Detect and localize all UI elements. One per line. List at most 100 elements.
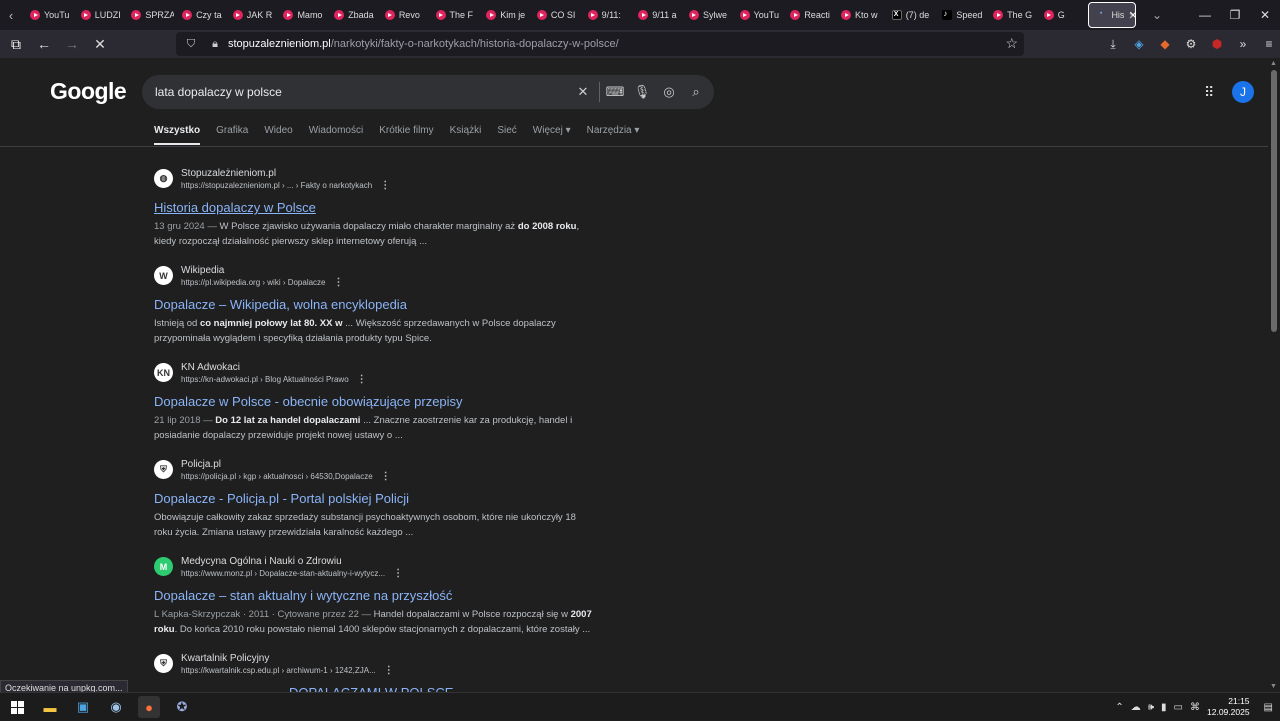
hamburger-menu-icon[interactable]: ≡	[1256, 30, 1280, 58]
scroll-down-icon[interactable]: ▼	[1270, 683, 1277, 690]
steam-icon[interactable]: ◉	[105, 696, 127, 718]
volume-icon[interactable]: 🕪︎	[1148, 702, 1154, 713]
result-title-link[interactable]: DOPALACZAMI W POLSCE	[289, 685, 594, 692]
google-apps-icon[interactable]: ⠿	[1204, 84, 1214, 101]
result-title-link[interactable]: Historia dopalaczy w Polsce	[154, 200, 594, 216]
result-title-link[interactable]: Dopalacze - Policja.pl - Portal polskiej…	[154, 491, 594, 507]
search-tab[interactable]: Sieć	[497, 125, 516, 145]
file-explorer-icon[interactable]: ▬	[39, 696, 61, 718]
browser-tab[interactable]: Reacti	[782, 0, 833, 30]
scrollbar[interactable]: ▲ ▼	[1268, 58, 1280, 692]
result-source[interactable]: ⛨ Policja.pl https://policja.pl › kgp › ak…	[154, 459, 594, 487]
microphone-icon[interactable]: 🎙︎	[633, 83, 651, 101]
search-tab[interactable]: Więcej ▾	[533, 125, 571, 145]
browser-tab[interactable]: Revo	[377, 0, 428, 30]
bookmark-star-icon[interactable]: ☆	[1005, 35, 1018, 52]
search-tab[interactable]: Wiadomości	[309, 125, 363, 145]
result-source[interactable]: ⛨ Kwartalnik Policyjny https://kwartalnik.…	[154, 653, 594, 681]
result-title-link[interactable]: Dopalacze – stan aktualny i wytyczne na …	[154, 588, 594, 604]
avatar[interactable]: J	[1232, 81, 1254, 103]
more-options-icon[interactable]: ⋮	[357, 374, 367, 385]
clear-search-icon[interactable]: ✕	[574, 83, 592, 101]
browser-tab[interactable]: Sylwe	[681, 0, 732, 30]
result-source[interactable]: KN KN Adwokaci https://kn-adwokaci.pl › Bl…	[154, 362, 594, 390]
browser-tab[interactable]: G	[1036, 0, 1087, 30]
downloads-icon[interactable]: ⤓	[1100, 30, 1126, 58]
search-tab[interactable]: Grafika	[216, 125, 248, 145]
tray-expand-icon[interactable]: ⌃	[1115, 702, 1123, 713]
search-tab[interactable]: Krótkie filmy	[379, 125, 433, 145]
url-bar[interactable]: ⛉ 🔒︎ stopuzaleznieniom.pl/narkotyki/fakt…	[176, 32, 1024, 56]
browser-tab[interactable]: (7) de	[884, 0, 935, 30]
close-window-icon[interactable]: ✕	[1250, 0, 1280, 30]
bluetooth-icon[interactable]: ⌘	[1190, 702, 1200, 713]
more-options-icon[interactable]: ⋮	[380, 180, 390, 191]
notifications-icon[interactable]: ▤	[1264, 702, 1273, 713]
stop-loading-button[interactable]: ✕	[88, 32, 112, 56]
search-tab[interactable]: Książki	[450, 125, 482, 145]
scroll-thumb[interactable]	[1271, 70, 1277, 332]
app-icon[interactable]: ✪	[171, 696, 193, 718]
browser-tab[interactable]: Zbada	[326, 0, 377, 30]
search-tab[interactable]: Wideo	[264, 125, 292, 145]
search-box[interactable]: lata dopalaczy w polsce ✕ ⌨ 🎙︎ ◎ ⌕	[142, 75, 714, 109]
browser-tab[interactable]: Speed	[934, 0, 985, 30]
more-options-icon[interactable]: ⋮	[334, 277, 344, 288]
onedrive-icon[interactable]: ☁	[1131, 702, 1141, 713]
result-source[interactable]: ◍ Stopuzależnieniom.pl https://stopuzalezn…	[154, 168, 594, 196]
forward-button[interactable]: →	[60, 32, 84, 56]
search-tab[interactable]: Narzędzia ▾	[587, 125, 640, 145]
overflow-menu-icon[interactable]: »	[1230, 30, 1256, 58]
ublock-icon[interactable]: ⬢	[1204, 30, 1230, 58]
more-options-icon[interactable]: ⋮	[393, 568, 403, 579]
browser-tab[interactable]: Kto w	[833, 0, 884, 30]
minimize-icon[interactable]: —	[1190, 0, 1220, 30]
more-options-icon[interactable]: ⋮	[381, 471, 391, 482]
more-options-icon[interactable]: ⋮	[384, 665, 394, 676]
result-title-link[interactable]: Dopalacze w Polsce - obecnie obowiązując…	[154, 394, 594, 410]
restore-icon[interactable]: ❐	[1220, 0, 1250, 30]
google-logo[interactable]: Google	[50, 78, 127, 105]
windows-start-icon[interactable]	[6, 696, 28, 718]
browser-tab[interactable]: Mamo	[275, 0, 326, 30]
back-button[interactable]: ←	[32, 32, 56, 56]
browser-tab[interactable]: Kim je	[478, 0, 529, 30]
youtube-icon	[80, 10, 91, 20]
result-title-link[interactable]: Dopalacze – Wikipedia, wolna encyklopedi…	[154, 297, 594, 313]
microphone-tray-icon[interactable]: ▮	[1161, 702, 1167, 713]
keyboard-icon[interactable]: ⌨	[606, 83, 625, 101]
browser-tab[interactable]: SPRZA	[123, 0, 174, 30]
result-source[interactable]: W Wikipedia https://pl.wikipedia.org › wik…	[154, 265, 594, 293]
browser-tab[interactable]: 9/11 a	[630, 0, 681, 30]
search-tab[interactable]: Wszystko	[154, 125, 201, 145]
shield-icon[interactable]: ⛉	[182, 35, 200, 53]
result-source[interactable]: M Medycyna Ogólna i Nauki o Zdrowiu https:…	[154, 556, 594, 584]
browser-tab[interactable]: Czy ta	[174, 0, 225, 30]
browser-tab[interactable]: LUDZI	[73, 0, 124, 30]
lock-icon[interactable]: 🔒︎	[206, 35, 224, 53]
lens-camera-icon[interactable]: ◎	[660, 83, 678, 101]
extension-fox-icon[interactable]: ◆	[1152, 30, 1178, 58]
browser-tab[interactable]: The F	[428, 0, 479, 30]
remote-desktop-icon[interactable]: ▣	[72, 696, 94, 718]
extensions-icon[interactable]: ⚙	[1178, 30, 1204, 58]
browser-tab[interactable]: The G	[985, 0, 1036, 30]
browser-tab[interactable]: CO SI	[529, 0, 580, 30]
url-text[interactable]: stopuzaleznieniom.pl/narkotyki/fakty-o-n…	[228, 38, 619, 50]
scroll-up-icon[interactable]: ▲	[1270, 60, 1277, 67]
search-input[interactable]: lata dopalaczy w polsce	[155, 85, 282, 99]
extension-shield-icon[interactable]: ◈	[1126, 30, 1152, 58]
sidebar-toggle-icon[interactable]: ⧉	[4, 32, 28, 56]
site-favicon-icon: M	[154, 557, 173, 576]
firefox-icon[interactable]: ●	[138, 696, 160, 718]
tab-scroll-left-icon[interactable]: ‹	[0, 0, 22, 30]
browser-tab[interactable]: JAK R	[225, 0, 276, 30]
search-icon[interactable]: ⌕	[687, 83, 705, 101]
browser-tab[interactable]: 9/11:	[580, 0, 631, 30]
tab-scroll-right-icon[interactable]: ›	[1118, 0, 1144, 30]
browser-tab[interactable]: YouTu	[732, 0, 783, 30]
tab-list-dropdown-icon[interactable]: ⌄	[1144, 0, 1170, 30]
browser-tab[interactable]: YouTu	[22, 0, 73, 30]
clock[interactable]: 21:15 12.09.2025	[1207, 696, 1250, 718]
network-icon[interactable]: ▭	[1174, 702, 1183, 713]
